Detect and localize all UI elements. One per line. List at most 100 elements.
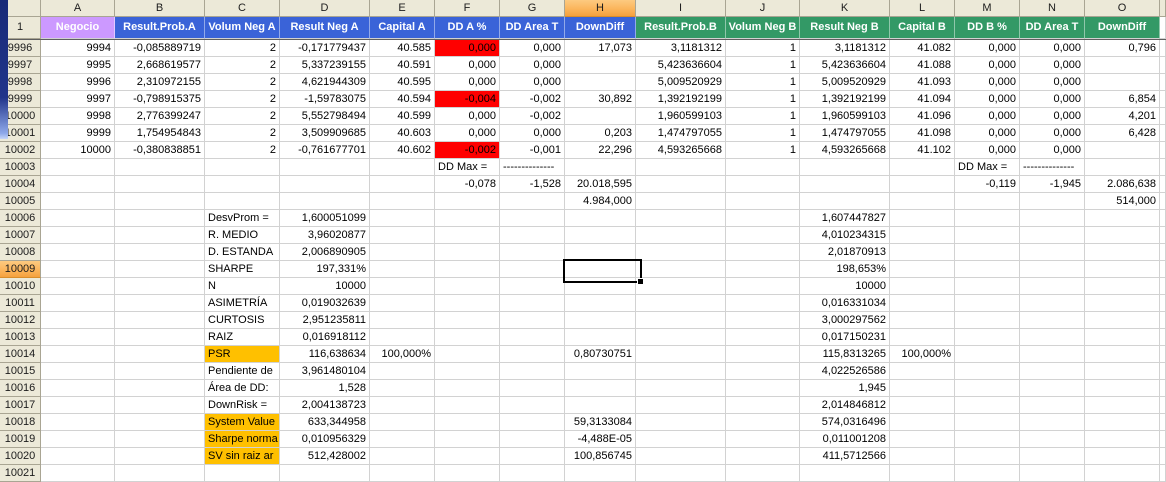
- cell-L10005[interactable]: [890, 193, 955, 210]
- cell-O9999[interactable]: 6,854: [1085, 91, 1160, 108]
- column-header-D[interactable]: D: [280, 0, 370, 17]
- cell-A10009[interactable]: [41, 261, 115, 278]
- cell-I10003[interactable]: [636, 159, 726, 176]
- cell-G10016[interactable]: [500, 380, 565, 397]
- cell-F9999[interactable]: -0,004: [435, 91, 500, 108]
- cell-K10013[interactable]: 0,017150231: [800, 329, 890, 346]
- cell-E10021[interactable]: [370, 465, 435, 482]
- cell-C9998[interactable]: 2: [205, 74, 280, 91]
- cell-B10018[interactable]: [115, 414, 205, 431]
- cell-F10014[interactable]: [435, 346, 500, 363]
- cell-K10005[interactable]: [800, 193, 890, 210]
- cell-P10016[interactable]: [1160, 380, 1166, 397]
- cell-E9999[interactable]: 40.594: [370, 91, 435, 108]
- row-header-10004[interactable]: 10004: [0, 176, 41, 193]
- cell-H10003[interactable]: [565, 159, 636, 176]
- cell-K10010[interactable]: 10000: [800, 278, 890, 295]
- cell-P10005[interactable]: [1160, 193, 1166, 210]
- header-cell-G1[interactable]: DD Area T: [500, 17, 565, 39]
- cell-C10004[interactable]: [205, 176, 280, 193]
- cell-M10020[interactable]: [955, 448, 1020, 465]
- header-cell-I1[interactable]: Result.Prob.B: [636, 17, 726, 39]
- cell-P9999[interactable]: [1160, 91, 1166, 108]
- cell-F10001[interactable]: 0,000: [435, 125, 500, 142]
- column-header-F[interactable]: F: [435, 0, 500, 17]
- cell-N10002[interactable]: 0,000: [1020, 142, 1085, 159]
- cell-J10006[interactable]: [726, 210, 800, 227]
- cell-C10003[interactable]: [205, 159, 280, 176]
- cell-I10002[interactable]: 4,593265668: [636, 142, 726, 159]
- cell-P10010[interactable]: [1160, 278, 1166, 295]
- cell-N10013[interactable]: [1020, 329, 1085, 346]
- cell-D10001[interactable]: 3,509909685: [280, 125, 370, 142]
- cell-L10021[interactable]: [890, 465, 955, 482]
- cell-N10011[interactable]: [1020, 295, 1085, 312]
- cell-J10015[interactable]: [726, 363, 800, 380]
- cell-L10014[interactable]: 100,000%: [890, 346, 955, 363]
- cell-D10009[interactable]: 197,331%: [280, 261, 370, 278]
- cell-B10010[interactable]: [115, 278, 205, 295]
- cell-A10006[interactable]: [41, 210, 115, 227]
- cell-L10002[interactable]: 41.102: [890, 142, 955, 159]
- cell-B10008[interactable]: [115, 244, 205, 261]
- cell-I10008[interactable]: [636, 244, 726, 261]
- cell-J10008[interactable]: [726, 244, 800, 261]
- cell-D9996[interactable]: -0,171779437: [280, 40, 370, 57]
- cell-O9997[interactable]: [1085, 57, 1160, 74]
- cell-K10004[interactable]: [800, 176, 890, 193]
- cell-J10000[interactable]: 1: [726, 108, 800, 125]
- cell-B9998[interactable]: 2,310972155: [115, 74, 205, 91]
- cell-M10015[interactable]: [955, 363, 1020, 380]
- cell-F10011[interactable]: [435, 295, 500, 312]
- cell-K10003[interactable]: [800, 159, 890, 176]
- cell-A10016[interactable]: [41, 380, 115, 397]
- column-header-K[interactable]: K: [800, 0, 890, 17]
- cell-P10008[interactable]: [1160, 244, 1166, 261]
- cell-I10004[interactable]: [636, 176, 726, 193]
- cell-F9998[interactable]: 0,000: [435, 74, 500, 91]
- cell-H10016[interactable]: [565, 380, 636, 397]
- cell-C10021[interactable]: [205, 465, 280, 482]
- cell-H10001[interactable]: 0,203: [565, 125, 636, 142]
- row-header-10013[interactable]: 10013: [0, 329, 41, 346]
- column-header-O[interactable]: O: [1085, 0, 1160, 17]
- cell-F10012[interactable]: [435, 312, 500, 329]
- cell-M10010[interactable]: [955, 278, 1020, 295]
- column-header-B[interactable]: B: [115, 0, 205, 17]
- cell-P10019[interactable]: [1160, 431, 1166, 448]
- cell-G10021[interactable]: [500, 465, 565, 482]
- row-header-10003[interactable]: 10003: [0, 159, 41, 176]
- cell-D10012[interactable]: 2,951235811: [280, 312, 370, 329]
- cell-E10003[interactable]: [370, 159, 435, 176]
- cell-A10005[interactable]: [41, 193, 115, 210]
- cell-L10020[interactable]: [890, 448, 955, 465]
- cell-L10003[interactable]: [890, 159, 955, 176]
- row-header-10018[interactable]: 10018: [0, 414, 41, 431]
- cell-C9996[interactable]: 2: [205, 40, 280, 57]
- cell-E10000[interactable]: 40.599: [370, 108, 435, 125]
- cell-E9998[interactable]: 40.595: [370, 74, 435, 91]
- cell-H10015[interactable]: [565, 363, 636, 380]
- cell-H10005[interactable]: 4.984,000: [565, 193, 636, 210]
- cell-I9997[interactable]: 5,423636604: [636, 57, 726, 74]
- cell-J10007[interactable]: [726, 227, 800, 244]
- cell-P10018[interactable]: [1160, 414, 1166, 431]
- cell-G10020[interactable]: [500, 448, 565, 465]
- cell-C10001[interactable]: 2: [205, 125, 280, 142]
- cell-O10004[interactable]: 2.086,638: [1085, 176, 1160, 193]
- cell-B9996[interactable]: -0,085889719: [115, 40, 205, 57]
- cell-O10015[interactable]: [1085, 363, 1160, 380]
- cell-P10020[interactable]: [1160, 448, 1166, 465]
- cell-L10010[interactable]: [890, 278, 955, 295]
- cell-O10013[interactable]: [1085, 329, 1160, 346]
- cell-C10008[interactable]: D. ESTANDA: [205, 244, 280, 261]
- cell-M10021[interactable]: [955, 465, 1020, 482]
- cell-J10017[interactable]: [726, 397, 800, 414]
- cell-L10000[interactable]: 41.096: [890, 108, 955, 125]
- cell-F10021[interactable]: [435, 465, 500, 482]
- cell-D10006[interactable]: 1,600051099: [280, 210, 370, 227]
- cell-J10013[interactable]: [726, 329, 800, 346]
- row-header-10008[interactable]: 10008: [0, 244, 41, 261]
- cell-L9998[interactable]: 41.093: [890, 74, 955, 91]
- cell-B9997[interactable]: 2,668619577: [115, 57, 205, 74]
